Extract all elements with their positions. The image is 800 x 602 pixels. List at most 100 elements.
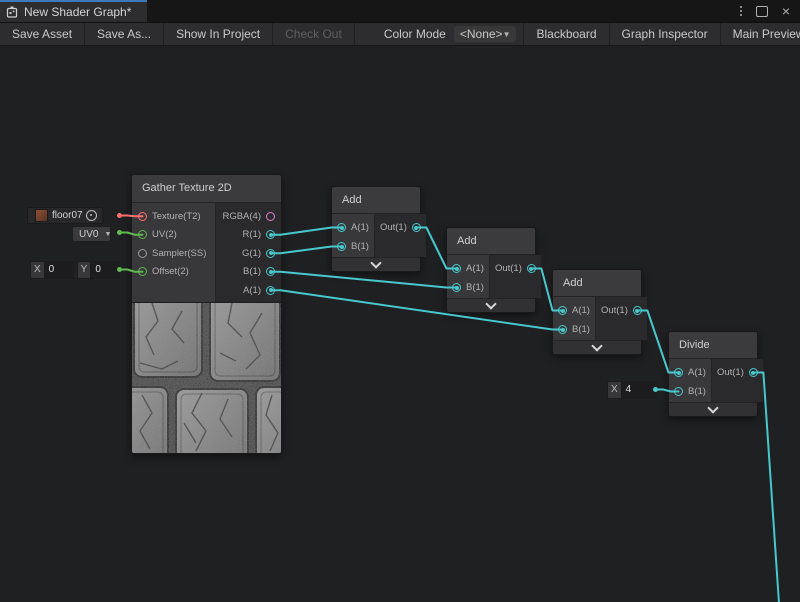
port-row-texture: Texture(T2) bbox=[132, 207, 215, 226]
node-gather-texture-2d[interactable]: Gather Texture 2D Texture(T2) UV(2) Samp… bbox=[131, 174, 282, 454]
node-title: Add bbox=[553, 270, 641, 297]
port-label: B(1) bbox=[688, 386, 706, 397]
shader-graph-icon bbox=[6, 6, 18, 18]
uv-widget-port[interactable] bbox=[117, 230, 122, 235]
close-icon[interactable]: × bbox=[782, 4, 790, 18]
uv-channel-dropdown[interactable]: UV0 ▼ bbox=[72, 226, 111, 242]
chevron-down-icon bbox=[370, 257, 381, 268]
y-label: Y bbox=[77, 261, 91, 279]
b-input-port[interactable] bbox=[674, 387, 683, 396]
texture-input-port[interactable] bbox=[138, 212, 147, 221]
rgba-output-port[interactable] bbox=[266, 212, 275, 221]
graph-canvas[interactable]: Gather Texture 2D Texture(T2) UV(2) Samp… bbox=[0, 46, 800, 602]
port-row-r: R(1) bbox=[216, 226, 281, 245]
port-label: G(1) bbox=[242, 248, 261, 259]
out-output-port[interactable] bbox=[412, 223, 421, 232]
offset-vector2-field[interactable]: X 0 Y 0 bbox=[30, 262, 123, 278]
port-label: B(1) bbox=[243, 266, 261, 277]
node-add-2[interactable]: Add A(1) B(1) Out(1) bbox=[446, 227, 536, 313]
port-label: UV(2) bbox=[152, 229, 177, 240]
a-input-port[interactable] bbox=[558, 306, 567, 315]
b-input-port[interactable] bbox=[558, 325, 567, 334]
port-row-offset: Offset(2) bbox=[132, 263, 215, 282]
port-label: Texture(T2) bbox=[152, 211, 201, 222]
node-add-3[interactable]: Add A(1) B(1) Out(1) bbox=[552, 269, 642, 355]
out-output-port[interactable] bbox=[749, 368, 758, 377]
port-label: Out(1) bbox=[495, 263, 522, 274]
b-output-port[interactable] bbox=[266, 267, 275, 276]
texture-name: floor07 bbox=[52, 210, 83, 221]
node-title: Add bbox=[447, 228, 535, 255]
a-input-port[interactable] bbox=[452, 264, 461, 273]
uv-channel-value: UV0 bbox=[79, 229, 98, 240]
divisor-vector1-field[interactable]: X 4 bbox=[607, 382, 660, 398]
port-label: A(1) bbox=[466, 263, 484, 274]
chevron-down-icon: ▼ bbox=[503, 30, 511, 39]
x-label: X bbox=[30, 261, 44, 279]
texture-preview bbox=[132, 302, 281, 453]
r-output-port[interactable] bbox=[266, 230, 275, 239]
node-collapse-strip[interactable] bbox=[553, 340, 641, 354]
blackboard-toggle-button[interactable]: Blackboard bbox=[523, 23, 608, 45]
port-label: Sampler(SS) bbox=[152, 248, 206, 259]
x-value-input[interactable]: 0 bbox=[44, 261, 74, 279]
y-value-input[interactable]: 0 bbox=[90, 261, 120, 279]
tab-new-shader-graph[interactable]: New Shader Graph* bbox=[0, 0, 147, 22]
out-output-port[interactable] bbox=[633, 306, 642, 315]
save-as-button[interactable]: Save As... bbox=[85, 23, 164, 45]
port-label: A(1) bbox=[572, 305, 590, 316]
color-mode-value: <None> bbox=[460, 27, 503, 41]
tab-title: New Shader Graph* bbox=[24, 5, 131, 19]
b-input-port[interactable] bbox=[337, 242, 346, 251]
port-label: Out(1) bbox=[380, 222, 407, 233]
color-mode-label: Color Mode bbox=[355, 23, 454, 45]
chevron-down-icon bbox=[591, 340, 602, 351]
node-collapse-strip[interactable] bbox=[669, 402, 757, 416]
texture-thumbnail bbox=[35, 209, 48, 222]
graph-edges bbox=[0, 46, 800, 602]
a-input-port[interactable] bbox=[337, 223, 346, 232]
port-label: B(1) bbox=[572, 324, 590, 335]
port-label: R(1) bbox=[243, 229, 261, 240]
node-collapse-strip[interactable] bbox=[447, 298, 535, 312]
object-picker-icon[interactable] bbox=[86, 210, 97, 221]
save-asset-button[interactable]: Save Asset bbox=[0, 23, 85, 45]
b-input-port[interactable] bbox=[452, 283, 461, 292]
sampler-input-port[interactable] bbox=[138, 249, 147, 258]
x-value-input[interactable]: 4 bbox=[621, 381, 657, 399]
port-label: Out(1) bbox=[601, 305, 628, 316]
port-label: Out(1) bbox=[717, 367, 744, 378]
node-collapse-strip[interactable] bbox=[332, 257, 420, 271]
a-input-port[interactable] bbox=[674, 368, 683, 377]
port-row-rgba: RGBA(4) bbox=[216, 207, 281, 226]
node-divide[interactable]: Divide A(1) B(1) Out(1) bbox=[668, 331, 758, 417]
check-out-button: Check Out bbox=[273, 23, 355, 45]
node-add-1[interactable]: Add A(1) B(1) Out(1) bbox=[331, 186, 421, 272]
chevron-down-icon: ▼ bbox=[104, 231, 111, 238]
shader-graph-toolbar: Save Asset Save As... Show In Project Ch… bbox=[0, 22, 800, 46]
port-row-a: A(1) bbox=[216, 281, 281, 300]
color-mode-dropdown[interactable]: <None> ▼ bbox=[454, 26, 517, 42]
chevron-down-icon bbox=[485, 298, 496, 309]
node-title: Add bbox=[332, 187, 420, 214]
maximize-icon[interactable] bbox=[756, 6, 768, 17]
window-menu-icon[interactable] bbox=[740, 6, 742, 16]
uv-input-port[interactable] bbox=[138, 230, 147, 239]
offset-input-port[interactable] bbox=[138, 267, 147, 276]
port-label: A(1) bbox=[688, 367, 706, 378]
texture-widget-port[interactable] bbox=[117, 213, 122, 218]
node-title: Gather Texture 2D bbox=[132, 175, 281, 203]
a-output-port[interactable] bbox=[266, 286, 275, 295]
show-in-project-button[interactable]: Show In Project bbox=[164, 23, 273, 45]
divisor-widget-port[interactable] bbox=[653, 387, 658, 392]
port-row-sampler: Sampler(SS) bbox=[132, 244, 215, 263]
texture-object-field[interactable]: floor07 bbox=[27, 207, 103, 224]
offset-widget-port[interactable] bbox=[117, 267, 122, 272]
g-output-port[interactable] bbox=[266, 249, 275, 258]
node-title: Divide bbox=[669, 332, 757, 359]
port-row-uv: UV(2) bbox=[132, 226, 215, 245]
graph-inspector-toggle-button[interactable]: Graph Inspector bbox=[609, 23, 720, 45]
chevron-down-icon bbox=[707, 402, 718, 413]
out-output-port[interactable] bbox=[527, 264, 536, 273]
main-preview-toggle-button[interactable]: Main Preview bbox=[720, 23, 800, 45]
